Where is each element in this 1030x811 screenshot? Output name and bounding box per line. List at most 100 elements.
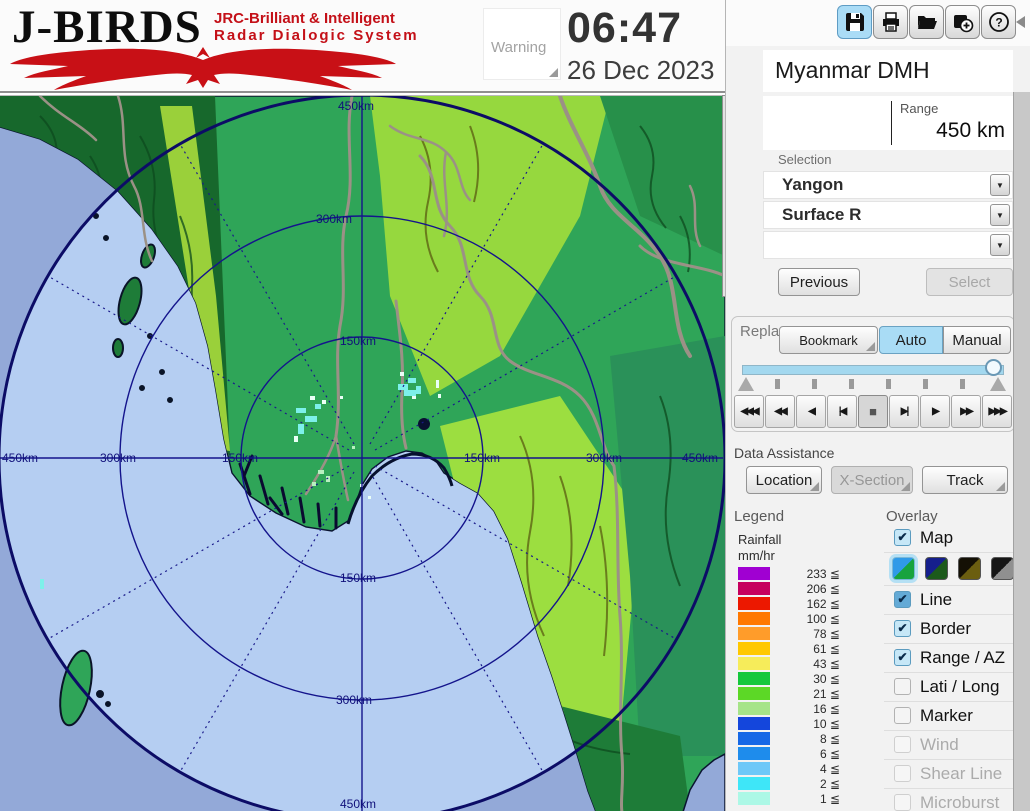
overlay-item-label: Microburst bbox=[920, 793, 999, 811]
panel-scrollbar[interactable] bbox=[1013, 92, 1030, 811]
panel-collapse-arrow-icon[interactable] bbox=[1016, 16, 1025, 28]
step-back-button[interactable]: |◀ bbox=[827, 395, 857, 428]
jbirds-window: J-BIRDS JRC-Brilliant & Intelligent Rada… bbox=[0, 0, 1030, 811]
step-forward-button[interactable]: ▶| bbox=[889, 395, 919, 428]
jump-start-button[interactable]: ◀◀◀ bbox=[734, 395, 764, 428]
legend-swatch bbox=[738, 702, 770, 715]
replay-group: Replay Bookmark Auto Manual ◀◀◀◀◀◀|◀■▶|▶… bbox=[731, 316, 1015, 432]
station-name-box: Myanmar DMH bbox=[763, 50, 1013, 92]
legend-row: 162 ≦ bbox=[738, 596, 840, 611]
legend-swatch bbox=[738, 567, 770, 580]
overlay-item-label: Border bbox=[920, 619, 971, 639]
checkbox bbox=[894, 736, 911, 753]
map-style-option-1[interactable] bbox=[892, 557, 915, 580]
bookmark-label: Bookmark bbox=[799, 333, 858, 348]
overlay-item-label: Lati / Long bbox=[920, 677, 999, 697]
svg-text:150km: 150km bbox=[222, 451, 258, 465]
range-value: 450 km bbox=[936, 119, 1005, 143]
x-section-button[interactable]: X-Section bbox=[831, 466, 913, 494]
slider-start-marker bbox=[738, 377, 754, 391]
checkbox[interactable] bbox=[894, 678, 911, 695]
previous-button[interactable]: Previous bbox=[778, 268, 860, 296]
legend-row: 10 ≦ bbox=[738, 716, 840, 731]
fast-forward-button[interactable]: ▶▶ bbox=[951, 395, 981, 428]
legend-swatch bbox=[738, 612, 770, 625]
replay-slider-thumb[interactable] bbox=[985, 359, 1002, 376]
header-bar: J-BIRDS JRC-Brilliant & Intelligent Rada… bbox=[0, 0, 725, 93]
extra-dropdown[interactable]: ▼ bbox=[763, 231, 1013, 259]
help-button[interactable]: ? bbox=[981, 5, 1016, 39]
legend-row: 4 ≦ bbox=[738, 761, 840, 776]
overlay-item-range-az[interactable]: ✔Range / AZ bbox=[884, 644, 1018, 673]
overlay-item-lati-long[interactable]: Lati / Long bbox=[884, 673, 1018, 702]
slider-tick bbox=[812, 379, 817, 389]
range-label: Range bbox=[900, 101, 938, 116]
stop-button[interactable]: ■ bbox=[858, 395, 888, 428]
legend-swatch bbox=[738, 657, 770, 670]
legend-row: 43 ≦ bbox=[738, 656, 840, 671]
auto-mode-button[interactable]: Auto bbox=[879, 326, 943, 354]
svg-text:450km: 450km bbox=[338, 99, 374, 113]
legend-row: 6 ≦ bbox=[738, 746, 840, 761]
checkbox[interactable]: ✔ bbox=[894, 620, 911, 637]
warning-button[interactable]: Warning bbox=[483, 8, 561, 80]
corner-fold-icon bbox=[549, 68, 558, 77]
replay-slider-track[interactable] bbox=[742, 365, 1004, 375]
manual-mode-button[interactable]: Manual bbox=[943, 326, 1011, 354]
chevron-down-icon[interactable]: ▼ bbox=[990, 174, 1010, 196]
overlay-item-line[interactable]: ✔Line bbox=[884, 586, 1018, 615]
legend-swatch bbox=[738, 747, 770, 760]
map-style-option-2[interactable] bbox=[925, 557, 948, 580]
legend-unit-line1: Rainfall bbox=[738, 532, 781, 547]
app-logo-subtitle: JRC-Brilliant & Intelligent Radar Dialog… bbox=[214, 10, 419, 44]
track-button[interactable]: Track bbox=[922, 466, 1008, 494]
overlay-item-border[interactable]: ✔ Border bbox=[884, 615, 1018, 644]
jump-end-button[interactable]: ▶▶▶ bbox=[982, 395, 1012, 428]
add-image-button[interactable] bbox=[945, 5, 980, 39]
play-reverse-button[interactable]: ◀ bbox=[796, 395, 826, 428]
bookmark-button[interactable]: Bookmark bbox=[779, 326, 878, 354]
overlay-item-shear-line: Shear Line bbox=[884, 760, 1018, 789]
eagle-logo-icon bbox=[8, 44, 400, 90]
legend-unit-line2: mm/hr bbox=[738, 548, 775, 563]
svg-text:300km: 300km bbox=[336, 693, 372, 707]
folder-icon bbox=[916, 11, 938, 33]
legend-row: 206 ≦ bbox=[738, 581, 840, 596]
radar-map-display[interactable]: 450km 300km 150km 150km 300km 450km 450k… bbox=[0, 95, 725, 811]
open-folder-button[interactable] bbox=[909, 5, 944, 39]
legend-swatch bbox=[738, 672, 770, 685]
site-dropdown-value: Yangon bbox=[782, 175, 843, 195]
corner-fold-icon bbox=[901, 482, 910, 491]
location-label: Location bbox=[756, 472, 813, 489]
svg-text:150km: 150km bbox=[340, 334, 376, 348]
clock-time: 06:47 bbox=[567, 4, 682, 53]
fast-rewind-button[interactable]: ◀◀ bbox=[765, 395, 795, 428]
map-style-option-3[interactable] bbox=[958, 557, 981, 580]
save-button[interactable] bbox=[837, 5, 872, 39]
legend-swatch bbox=[738, 717, 770, 730]
overlay-item-map[interactable]: ✔Map bbox=[884, 524, 1018, 553]
legend-value: 233 ≦ bbox=[807, 567, 840, 581]
product-dropdown[interactable]: Surface R ▼ bbox=[763, 201, 1013, 229]
legend-value: 4 ≦ bbox=[820, 762, 840, 776]
slider-tick bbox=[849, 379, 854, 389]
site-dropdown[interactable]: Yangon ▼ bbox=[763, 171, 1013, 199]
x-section-label: X-Section bbox=[839, 472, 904, 489]
chevron-down-icon[interactable]: ▼ bbox=[990, 234, 1010, 256]
chevron-down-icon[interactable]: ▼ bbox=[990, 204, 1010, 226]
checkbox[interactable]: ✔ bbox=[894, 529, 911, 546]
overlay-item-marker[interactable]: Marker bbox=[884, 702, 1018, 731]
overlay-item-microburst: Microburst bbox=[884, 789, 1018, 811]
print-button[interactable] bbox=[873, 5, 908, 39]
svg-text:300km: 300km bbox=[100, 451, 136, 465]
select-button[interactable]: Select bbox=[926, 268, 1013, 296]
location-button[interactable]: Location bbox=[746, 466, 822, 494]
slider-tick bbox=[886, 379, 891, 389]
map-style-option-4[interactable] bbox=[991, 557, 1014, 580]
play-button[interactable]: ▶ bbox=[920, 395, 950, 428]
checkbox[interactable] bbox=[894, 707, 911, 724]
checkbox[interactable]: ✔ bbox=[894, 649, 911, 666]
rainfall-legend: 233 ≦206 ≦162 ≦100 ≦78 ≦61 ≦43 ≦30 ≦21 ≦… bbox=[738, 566, 840, 806]
range-box: Range 450 km bbox=[763, 96, 1013, 150]
checkbox[interactable]: ✔ bbox=[894, 591, 911, 608]
